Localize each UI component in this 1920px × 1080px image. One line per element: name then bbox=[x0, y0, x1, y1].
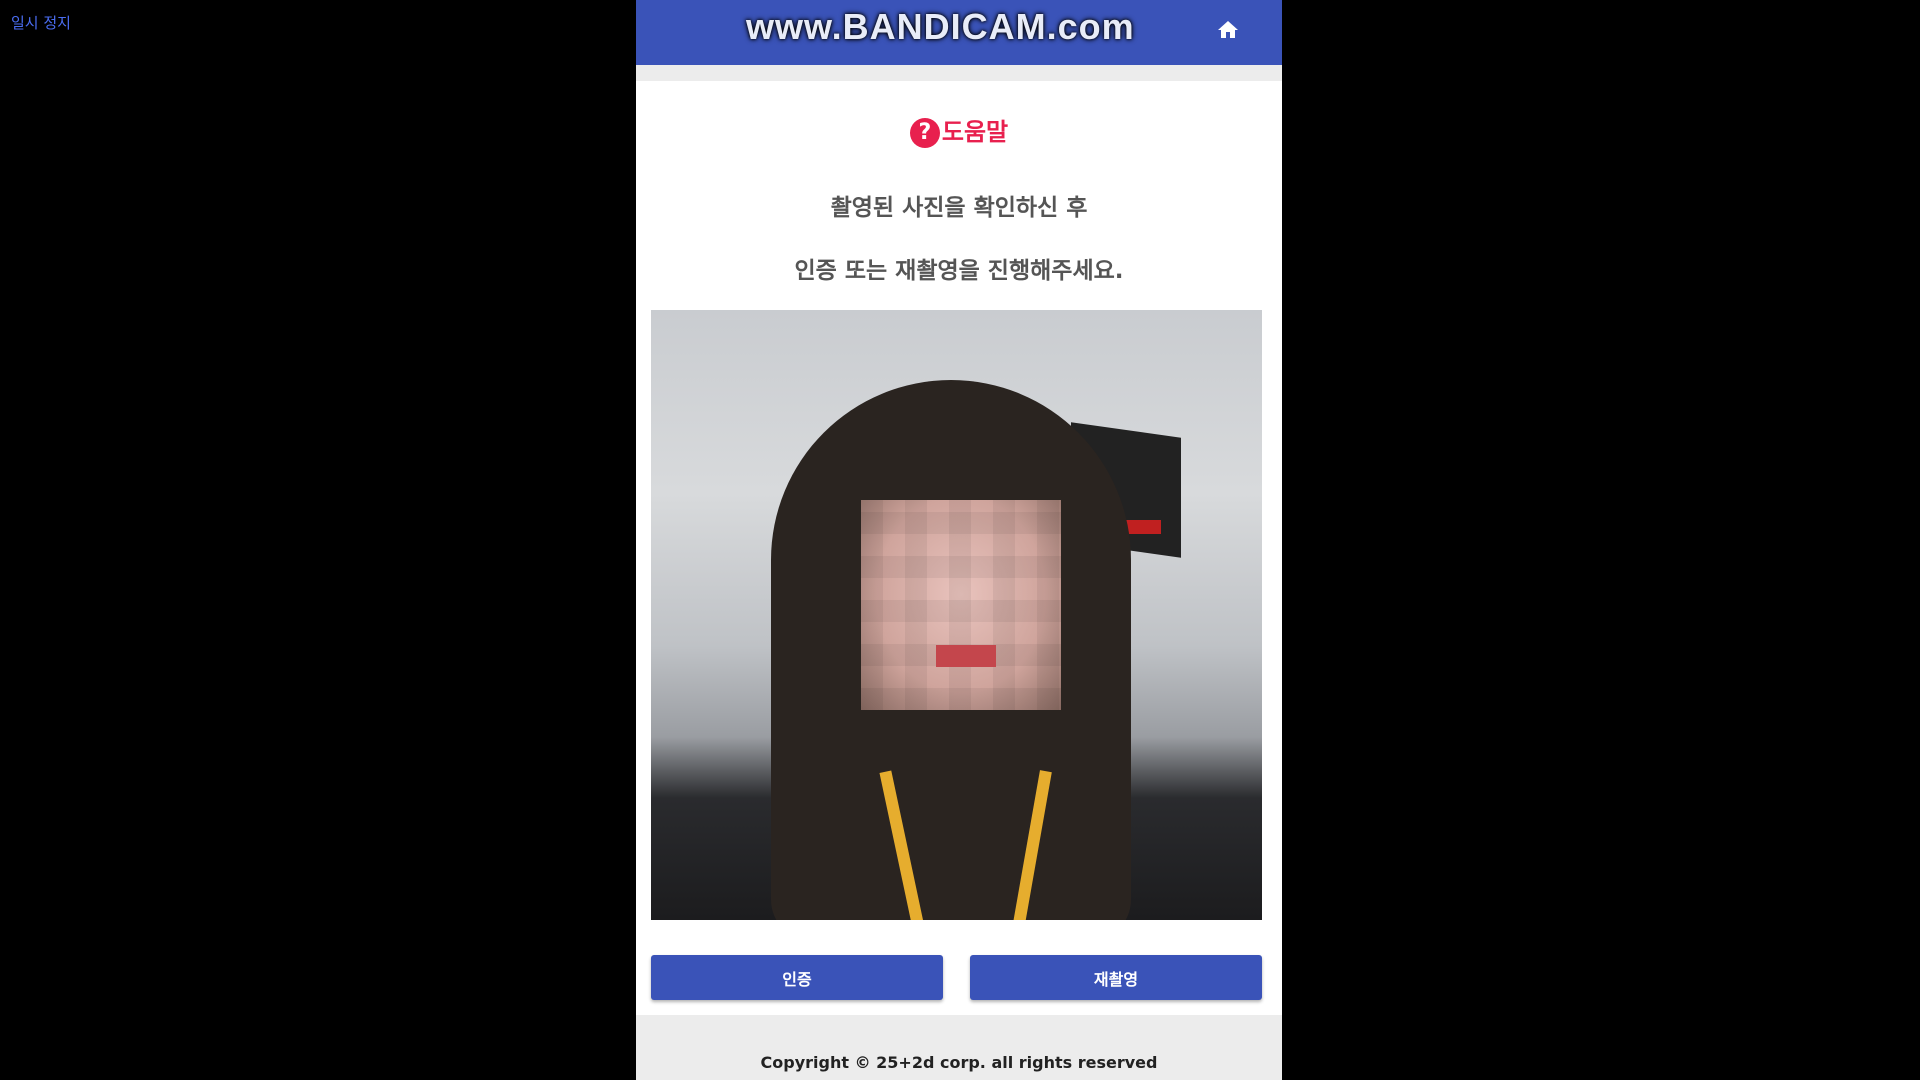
retake-button[interactable]: 재촬영 bbox=[970, 955, 1262, 1000]
header-divider bbox=[636, 65, 1282, 81]
mobile-page: www.BANDICAM.com ? 도움말 촬영된 사진을 확인하신 후 인증 … bbox=[636, 0, 1282, 1080]
verify-button[interactable]: 인증 bbox=[651, 955, 943, 1000]
pause-label[interactable]: 일시 정지 bbox=[11, 12, 71, 33]
lips bbox=[936, 645, 996, 667]
help-heading: ? 도움말 bbox=[636, 112, 1282, 148]
watermark: www.BANDICAM.com bbox=[746, 6, 1135, 47]
instruction-line-2: 인증 또는 재촬영을 진행해주세요. bbox=[794, 258, 1124, 284]
instruction-line-1: 촬영된 사진을 확인하신 후 bbox=[830, 195, 1088, 221]
help-title: 도움말 bbox=[941, 118, 1009, 146]
captured-photo bbox=[651, 310, 1262, 920]
app-header: www.BANDICAM.com bbox=[636, 0, 1282, 65]
question-circle-icon: ? bbox=[909, 118, 940, 148]
pixelated-face bbox=[861, 500, 1061, 710]
home-icon[interactable] bbox=[1216, 18, 1240, 42]
copyright: Copyright © 25+2d corp. all rights reser… bbox=[760, 1053, 1158, 1072]
